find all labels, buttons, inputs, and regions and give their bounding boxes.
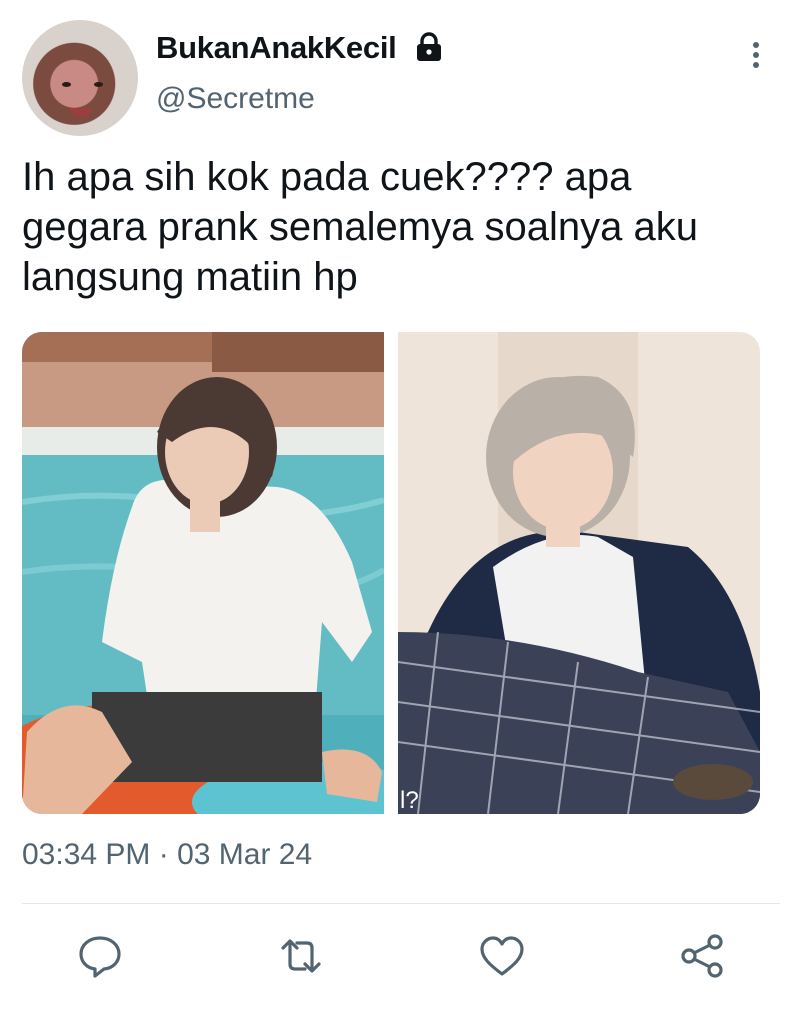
avatar-eye — [94, 82, 103, 87]
avatar-eye — [62, 82, 71, 87]
photo-caption: l? — [400, 787, 419, 814]
avatar[interactable] — [22, 20, 138, 136]
retweet-icon — [281, 939, 321, 973]
more-vertical-icon[interactable] — [746, 40, 766, 72]
divider — [22, 903, 780, 904]
tweet-timestamp[interactable]: 03:34 PM · 03 Mar 24 — [22, 838, 312, 872]
heart-icon — [480, 936, 524, 976]
share-button[interactable] — [679, 932, 727, 980]
user-handle[interactable]: @Secretme — [156, 82, 315, 116]
tweet-photo-1[interactable] — [22, 332, 384, 814]
reply-button[interactable] — [76, 932, 124, 980]
lock-icon — [417, 32, 441, 61]
media-grid: l? — [22, 332, 760, 814]
tweet-photo-2[interactable]: l? — [398, 332, 760, 814]
display-name[interactable]: BukanAnakKecil — [156, 30, 397, 66]
reply-icon — [79, 936, 121, 978]
tweet-text: Ih apa sih kok pada cuek???? apa gegara … — [22, 155, 698, 299]
share-icon — [681, 934, 723, 978]
avatar-mouth — [70, 108, 92, 117]
retweet-button[interactable] — [277, 932, 325, 980]
like-button[interactable] — [478, 932, 526, 980]
